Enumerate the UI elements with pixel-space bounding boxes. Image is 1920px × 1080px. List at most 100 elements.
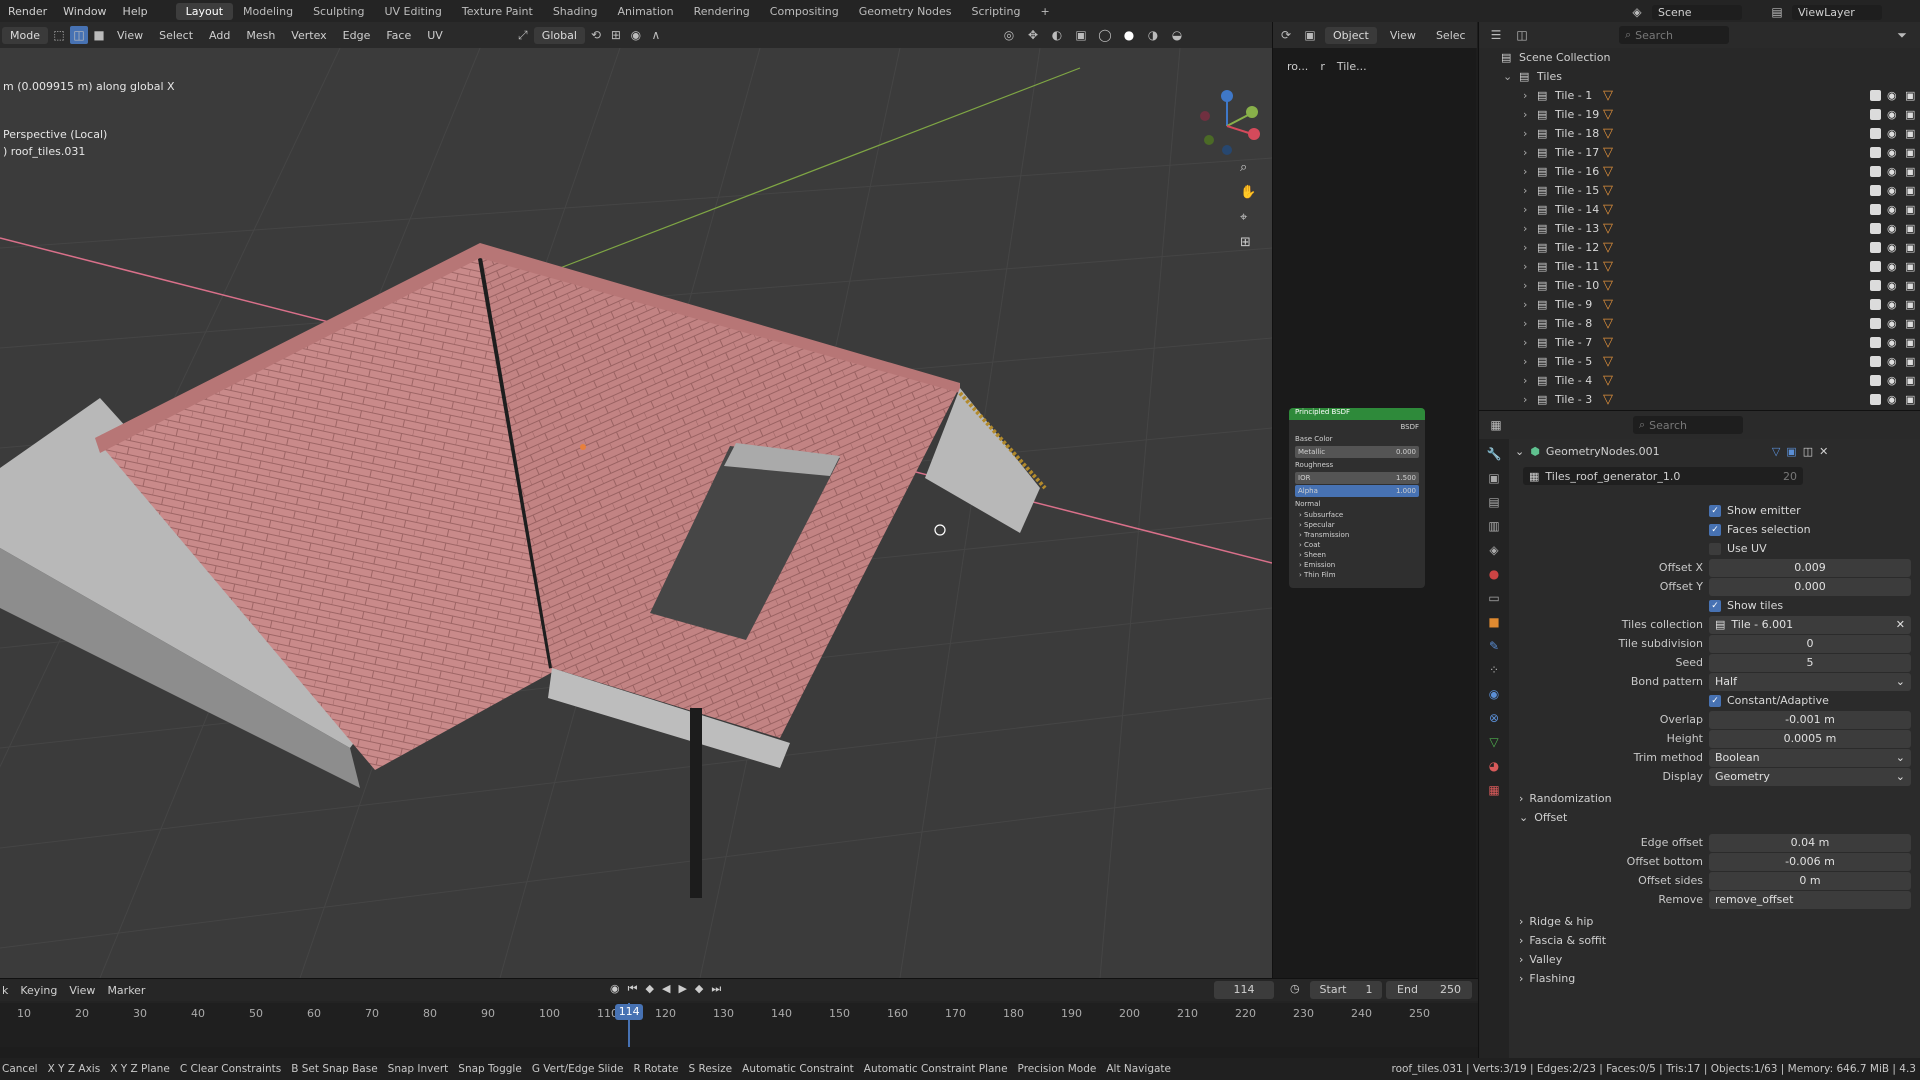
outliner-item[interactable]: › ▤ Tile - 14 ▽ ◉ ▣ bbox=[1479, 200, 1920, 219]
chevron-right-icon[interactable]: › bbox=[1523, 393, 1527, 406]
object-tab-icon[interactable]: ■ bbox=[1488, 615, 1499, 629]
outliner-item[interactable]: › ▤ Tile - 4 ▽ ◉ ▣ bbox=[1479, 371, 1920, 390]
chevron-right-icon[interactable]: › bbox=[1523, 165, 1527, 178]
outliner-item[interactable]: › ▤ Tile - 13 ▽ ◉ ▣ bbox=[1479, 219, 1920, 238]
zoom-icon[interactable]: ⌕ bbox=[1240, 160, 1256, 175]
timeline-scrubber[interactable]: 10 20 30 40 50 60 70 80 90 100 110 120 130 140 150 160 1… bbox=[0, 1003, 1478, 1047]
outliner-item[interactable]: › ▤ Tile - 7 ▽ ◉ ▣ bbox=[1479, 333, 1920, 352]
property-field[interactable]: -0.006 m bbox=[1709, 852, 1911, 871]
jump-start-icon[interactable]: ⏮ bbox=[628, 982, 638, 996]
chevron-right-icon[interactable]: › bbox=[1523, 241, 1527, 254]
eye-icon[interactable]: ◉ bbox=[1887, 109, 1899, 120]
navigation-gizmo[interactable] bbox=[1195, 86, 1265, 166]
constraints-tab-icon[interactable]: ⊗ bbox=[1489, 711, 1499, 725]
panel-section[interactable]: ⌄ Offset bbox=[1519, 811, 1567, 824]
solid-shading-icon[interactable]: ● bbox=[1120, 26, 1138, 44]
material-tab-icon[interactable]: ◕ bbox=[1489, 759, 1499, 773]
panel-section[interactable]: › Ridge & hip bbox=[1519, 915, 1593, 928]
chevron-right-icon[interactable]: › bbox=[1523, 127, 1527, 140]
timeline-panel[interactable]: k Keying View Marker ◉ ⏮ ◆ ◀ ▶ ◆ ⏭ 114 ◷… bbox=[0, 978, 1478, 1047]
outliner-item[interactable]: › ▤ Tile - 8 ▽ ◉ ▣ bbox=[1479, 314, 1920, 333]
camera-view-icon[interactable]: ⌖ bbox=[1240, 210, 1256, 225]
tab-compositing[interactable]: Compositing bbox=[760, 3, 849, 20]
exclude-checkbox[interactable] bbox=[1870, 185, 1881, 196]
outliner-type-icon[interactable]: ☰ bbox=[1487, 26, 1505, 44]
physics-tab-icon[interactable]: ◉ bbox=[1489, 687, 1499, 701]
camera-icon[interactable]: ▣ bbox=[1905, 394, 1917, 405]
menu-vertex[interactable]: Vertex bbox=[284, 27, 333, 44]
scene-tab-icon[interactable]: ◈ bbox=[1489, 543, 1498, 557]
scene-icon[interactable]: ◈ bbox=[1628, 3, 1646, 21]
node-panel[interactable]: › Specular bbox=[1295, 521, 1419, 531]
eye-icon[interactable]: ◉ bbox=[1887, 90, 1899, 101]
3d-viewport[interactable]: m (0.009915 m) along global X Perspectiv… bbox=[0, 48, 1272, 978]
node-panel[interactable]: › Emission bbox=[1295, 561, 1419, 571]
property-field[interactable]: Boolean ⌄ bbox=[1709, 748, 1911, 767]
close-icon[interactable]: ✕ bbox=[1896, 618, 1905, 631]
camera-icon[interactable]: ▣ bbox=[1905, 128, 1917, 139]
mode-dropdown[interactable]: Mode bbox=[2, 26, 48, 44]
node-input-socket[interactable]: Alpha 1.000 bbox=[1295, 485, 1419, 497]
prev-keyframe-icon[interactable]: ◆ bbox=[646, 982, 654, 996]
camera-icon[interactable]: ▣ bbox=[1905, 242, 1917, 253]
outliner-item[interactable]: › ▤ Tile - 11 ▽ ◉ ▣ bbox=[1479, 257, 1920, 276]
next-keyframe-icon[interactable]: ◆ bbox=[695, 982, 703, 996]
rendered-shading-icon[interactable]: ◒ bbox=[1168, 26, 1186, 44]
node-panel[interactable]: › Subsurface bbox=[1295, 511, 1419, 521]
editor-type-icon[interactable]: ⟳ bbox=[1277, 26, 1295, 44]
start-frame-field[interactable]: Start 1 bbox=[1310, 981, 1382, 999]
property-field[interactable]: -0.001 m bbox=[1709, 710, 1911, 729]
outliner-item[interactable]: › ▤ Tile - 5 ▽ ◉ ▣ bbox=[1479, 352, 1920, 371]
tab-animation[interactable]: Animation bbox=[608, 3, 684, 20]
property-field[interactable]: ▤ Tile - 6.001 ✕ bbox=[1709, 615, 1911, 634]
play-icon[interactable]: ▶ bbox=[678, 982, 686, 996]
pan-hand-icon[interactable]: ✋ bbox=[1240, 185, 1256, 200]
chevron-right-icon[interactable]: › bbox=[1523, 89, 1527, 102]
eye-icon[interactable]: ◉ bbox=[1887, 299, 1899, 310]
tab-shading[interactable]: Shading bbox=[543, 3, 608, 20]
tab-scripting[interactable]: Scripting bbox=[962, 3, 1031, 20]
timeline-menu-keying[interactable]: Keying bbox=[20, 984, 57, 997]
properties-type-icon[interactable]: ▦ bbox=[1487, 416, 1505, 434]
scene-collection-row[interactable]: ▤ Scene Collection bbox=[1479, 48, 1920, 67]
panel-section[interactable]: › Flashing bbox=[1519, 972, 1575, 985]
chevron-right-icon[interactable]: › bbox=[1523, 146, 1527, 159]
node-editor[interactable]: ⟳ ▣ Object View Selec ro... r Tile... Pr… bbox=[1272, 22, 1477, 978]
exclude-checkbox[interactable] bbox=[1870, 337, 1881, 348]
menu-mesh[interactable]: Mesh bbox=[239, 27, 282, 44]
camera-icon[interactable]: ▣ bbox=[1905, 90, 1917, 101]
object-mode-dropdown[interactable]: Object bbox=[1325, 26, 1377, 44]
exclude-checkbox[interactable] bbox=[1870, 242, 1881, 253]
chevron-right-icon[interactable]: › bbox=[1523, 108, 1527, 121]
property-field[interactable]: 0 m bbox=[1709, 871, 1911, 890]
property-field[interactable]: 0.009 bbox=[1709, 558, 1911, 577]
property-checkbox[interactable]: ✓ Show emitter bbox=[1709, 504, 1801, 517]
face-select-icon[interactable]: ■ bbox=[90, 26, 108, 44]
menu-window[interactable]: Window bbox=[55, 5, 114, 18]
collection-tab-icon[interactable]: ▭ bbox=[1488, 591, 1499, 605]
tool-tab-icon[interactable]: 🔧 bbox=[1487, 447, 1502, 461]
outliner-panel[interactable]: ☰ ◫ ⌕ Search ⏷ ▤ Scene Collection ⌄ ▤ Ti… bbox=[1478, 22, 1920, 410]
menu-render[interactable]: Render bbox=[0, 5, 55, 18]
property-checkbox[interactable]: ✓ Faces selection bbox=[1709, 523, 1811, 536]
chevron-down-icon[interactable]: ⌄ bbox=[1503, 70, 1512, 83]
breadcrumb-material[interactable]: Tile... bbox=[1337, 60, 1367, 73]
exclude-checkbox[interactable] bbox=[1870, 280, 1881, 291]
tab-texture-paint[interactable]: Texture Paint bbox=[452, 3, 543, 20]
tab-modeling[interactable]: Modeling bbox=[233, 3, 303, 20]
modifier-header[interactable]: ⌄ ⬢ GeometryNodes.001 ▽ ▣ ◫ ✕ bbox=[1515, 445, 1828, 458]
eye-icon[interactable]: ◉ bbox=[1887, 356, 1899, 367]
tab-rendering[interactable]: Rendering bbox=[684, 3, 760, 20]
eye-icon[interactable]: ◉ bbox=[1887, 166, 1899, 177]
menu-view[interactable]: View bbox=[110, 27, 150, 44]
pivot-icon[interactable]: ⟲ bbox=[587, 26, 605, 44]
menu-select[interactable]: Select bbox=[152, 27, 200, 44]
realtime-icon[interactable]: ▣ bbox=[1786, 445, 1796, 458]
node-menu-view[interactable]: View bbox=[1383, 27, 1423, 44]
exclude-checkbox[interactable] bbox=[1870, 261, 1881, 272]
record-icon[interactable]: ◉ bbox=[610, 982, 620, 996]
filter-icon[interactable]: ⏷ bbox=[1893, 26, 1911, 44]
outliner-search-input[interactable]: Search bbox=[1635, 29, 1673, 42]
property-field[interactable]: 0.0005 m bbox=[1709, 729, 1911, 748]
property-field[interactable]: remove_offset bbox=[1709, 890, 1911, 909]
